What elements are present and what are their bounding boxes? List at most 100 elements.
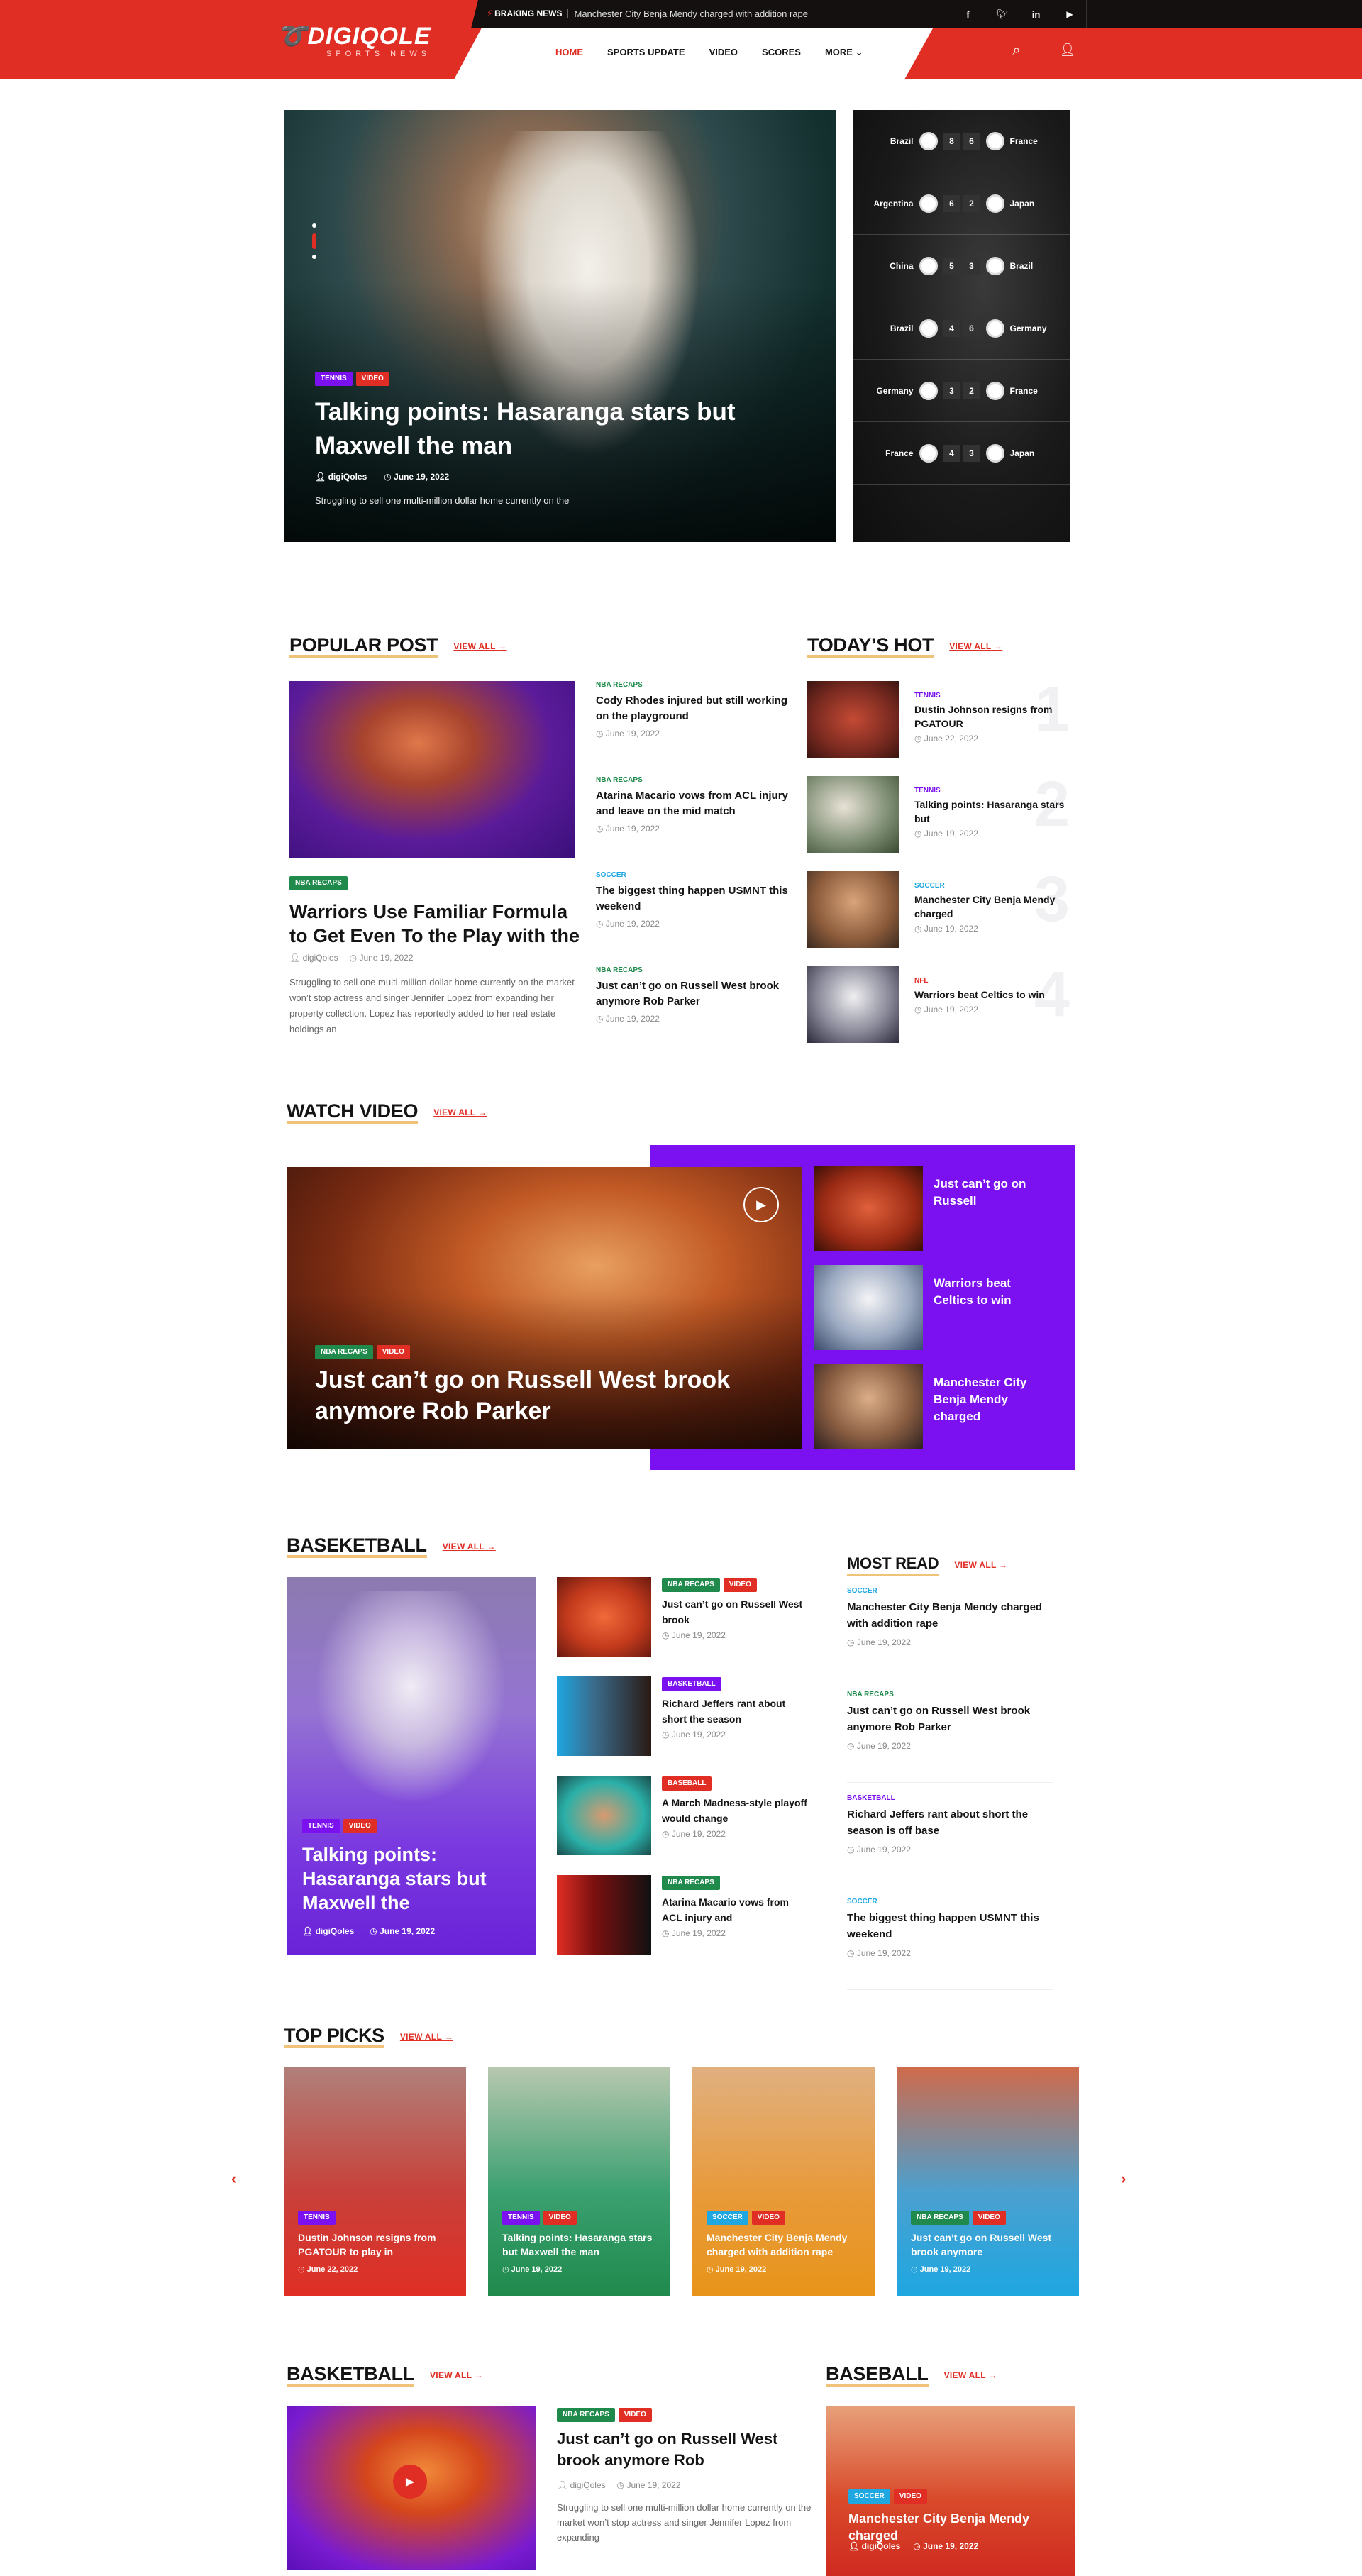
post-title[interactable]: Richard Jeffers rant about short the sea… — [662, 1696, 811, 1727]
basketball-main[interactable]: TENNIS VIDEO Talking points: Hasaranga st… — [287, 1577, 536, 1955]
nav-sports-update[interactable]: SPORTS UPDATE — [607, 47, 685, 58]
category-label[interactable]: NBA RECAPS — [596, 776, 794, 784]
video-side-title[interactable]: Just can’t go on Russell — [934, 1176, 1040, 1210]
tag-soccer[interactable]: SOCCER — [848, 2489, 890, 2504]
post-title[interactable]: Manchester City Benja Mendy charged — [914, 892, 1067, 921]
card-title[interactable]: Dustin Johnson resigns from PGATOUR to p… — [298, 2230, 458, 2259]
most-read-item[interactable]: SOCCER Manchester City Benja Mendy charge… — [847, 1587, 1053, 1679]
category-tag[interactable]: NBA RECAPS — [911, 2211, 969, 2225]
score-row[interactable]: France 4 3 Japan — [853, 422, 1070, 485]
most-read-item[interactable]: NBA RECAPS Just can’t go on Russell West … — [847, 1691, 1053, 1783]
video-side-title[interactable]: Warriors beat Celtics to win — [934, 1275, 1040, 1309]
play-icon[interactable]: ▶ — [393, 2465, 427, 2499]
post-thumbnail[interactable] — [557, 1676, 651, 1756]
score-row[interactable]: Brazil 4 6 Germany — [853, 297, 1070, 360]
score-row[interactable]: Argentina 6 2 Japan — [853, 172, 1070, 235]
post-thumbnail[interactable] — [557, 1577, 651, 1657]
post-thumbnail[interactable] — [557, 1875, 651, 1955]
score-row[interactable]: Germany 3 2 France — [853, 360, 1070, 422]
list-item[interactable]: NBA RECAPS Cody Rhodes injured but still … — [596, 681, 794, 739]
category-label[interactable]: NFL — [914, 977, 1067, 985]
hot-item[interactable]: 3 SOCCER Manchester City Benja Mendy charg… — [807, 864, 1070, 949]
tag-video[interactable]: VIDEO — [618, 2408, 652, 2422]
tag-video[interactable]: VIDEO — [376, 1345, 410, 1359]
mostread-view-all[interactable]: VIEW ALL → — [954, 1560, 1007, 1570]
video-side-item[interactable]: Just can’t go on Russell — [814, 1166, 1056, 1251]
baseball-headline[interactable]: Manchester City Benja Mendy charged — [848, 2510, 1068, 2544]
nav-home[interactable]: HOME — [555, 47, 583, 58]
category-label[interactable]: BASKETBALL — [847, 1794, 1053, 1802]
post-title[interactable]: A March Madness-style playoff would chan… — [662, 1795, 811, 1826]
list-item[interactable]: BASKETBALL Richard Jeffers rant about sho… — [557, 1676, 812, 1756]
hot-item[interactable]: 1 TENNIS Dustin Johnson resigns from PGATO… — [807, 674, 1070, 759]
baseball-view-all[interactable]: VIEW ALL → — [944, 2370, 997, 2380]
top-pick-card[interactable]: NBA RECAPS VIDEO Just can’t go on Russell … — [897, 2067, 1079, 2296]
play-icon[interactable]: ▶ — [743, 1187, 779, 1222]
post-title[interactable]: Just can’t go on Russell West brook anym… — [847, 1703, 1053, 1735]
video-main-title[interactable]: Just can’t go on Russell West brook anym… — [315, 1364, 769, 1427]
top-pick-card[interactable]: TENNIS VIDEO Talking points: Hasaranga sta… — [488, 2067, 670, 2296]
category-label[interactable]: SOCCER — [847, 1898, 1053, 1906]
tag-nba-recaps[interactable]: NBA RECAPS — [557, 2408, 615, 2422]
nav-video[interactable]: VIDEO — [709, 47, 738, 58]
tag-video[interactable]: VIDEO — [893, 2489, 927, 2504]
carousel-next[interactable]: › — [1121, 2169, 1126, 2188]
category-label[interactable]: NBA RECAPS — [596, 681, 794, 689]
category-label[interactable]: NBA RECAPS — [596, 966, 794, 974]
tag-video[interactable]: VIDEO — [343, 1819, 377, 1833]
hot-view-all[interactable]: VIEW ALL → — [949, 641, 1002, 651]
post-title[interactable]: The biggest thing happen USMNT this week… — [847, 1910, 1053, 1942]
video-thumbnail[interactable] — [814, 1166, 923, 1251]
category-tag[interactable]: VIDEO — [543, 2211, 577, 2225]
tag-tennis[interactable]: TENNIS — [302, 1819, 340, 1833]
post-title[interactable]: The biggest thing happen USMNT this week… — [596, 883, 794, 914]
category-label[interactable]: TENNIS — [914, 787, 1067, 795]
twitter-icon[interactable]: 🐦︎ — [985, 0, 1019, 28]
category-label[interactable]: TENNIS — [914, 692, 1067, 700]
logo[interactable]: ➰DIGIQOLE SPORTS NEWS — [277, 24, 440, 58]
category-label[interactable]: SOCCER — [596, 871, 794, 879]
video-thumbnail[interactable] — [814, 1265, 923, 1350]
post-title[interactable]: Just can’t go on Russell West brook anym… — [596, 978, 794, 1010]
list-item[interactable]: NBA RECAPS Atarina Macario vows from ACL … — [557, 1875, 812, 1955]
hot-thumbnail[interactable] — [807, 871, 899, 948]
score-row[interactable]: China 5 3 Brazil — [853, 235, 1070, 297]
category-label[interactable]: NBA RECAPS — [847, 1691, 1053, 1698]
card-title[interactable]: Manchester City Benja Mendy charged with… — [707, 2230, 866, 2259]
list-item[interactable]: SOCCER The biggest thing happen USMNT thi… — [596, 871, 794, 929]
carousel-prev[interactable]: ‹ — [231, 2169, 236, 2188]
list-item[interactable]: NBA RECAPS Just can’t go on Russell West … — [596, 966, 794, 1024]
nav-more[interactable]: MORE ⌄ — [825, 47, 863, 58]
youtube-icon[interactable]: ▶ — [1053, 0, 1087, 28]
slider-dot[interactable] — [312, 223, 316, 228]
post-title[interactable]: Talking points: Hasaranga stars but — [914, 797, 1067, 826]
tag-video[interactable]: VIDEO — [355, 372, 389, 386]
nav-scores[interactable]: SCORES — [762, 47, 801, 58]
category-tag[interactable]: TENNIS — [502, 2211, 540, 2225]
hot-item[interactable]: 2 TENNIS Talking points: Hasaranga stars b… — [807, 769, 1070, 854]
post-title[interactable]: Atarina Macario vows from ACL injury and… — [596, 788, 794, 819]
tag-tennis[interactable]: TENNIS — [315, 372, 353, 386]
post-title[interactable]: Warriors beat Celtics to win — [914, 988, 1067, 1002]
popular-main-title[interactable]: Warriors Use Familiar Formula to Get Eve… — [289, 900, 580, 948]
toppicks-view-all[interactable]: VIEW ALL → — [400, 2032, 453, 2042]
video-view-all[interactable]: VIEW ALL → — [433, 1107, 487, 1117]
post-title[interactable]: Atarina Macario vows from ACL injury and — [662, 1894, 811, 1925]
basketball-main-title[interactable]: Talking points: Hasaranga stars but Maxw… — [302, 1842, 515, 1915]
video-side-item[interactable]: Warriors beat Celtics to win — [814, 1265, 1056, 1350]
post-title[interactable]: Richard Jeffers rant about short the sea… — [847, 1806, 1053, 1839]
basketball2-headline[interactable]: Just can’t go on Russell West brook anym… — [557, 2428, 812, 2471]
top-pick-card[interactable]: SOCCER VIDEO Manchester City Benja Mendy c… — [692, 2067, 875, 2296]
basketball2-image[interactable]: ▶ — [287, 2406, 536, 2570]
card-title[interactable]: Just can’t go on Russell West brook anym… — [911, 2230, 1070, 2259]
top-pick-card[interactable]: TENNIS Dustin Johnson resigns from PGATOU… — [284, 2067, 466, 2296]
search-icon[interactable]: ⌕ — [1006, 43, 1027, 64]
list-item[interactable]: BASEBALL A March Madness-style playoff wo… — [557, 1776, 812, 1855]
score-row[interactable]: Brazil 8 6 France — [853, 110, 1070, 172]
category-tag[interactable]: VIDEO — [972, 2211, 1006, 2225]
video-side-item[interactable]: Manchester City Benja Mendy charged — [814, 1364, 1056, 1449]
category-tag[interactable]: VIDEO — [751, 2211, 785, 2225]
list-item[interactable]: NBA RECAPS VIDEO Just can’t go on Russell … — [557, 1577, 812, 1657]
hot-item[interactable]: 4 NFL Warriors beat Celtics to win ◷ June 1… — [807, 959, 1070, 1044]
category-tag[interactable]: BASKETBALL — [662, 1677, 721, 1691]
